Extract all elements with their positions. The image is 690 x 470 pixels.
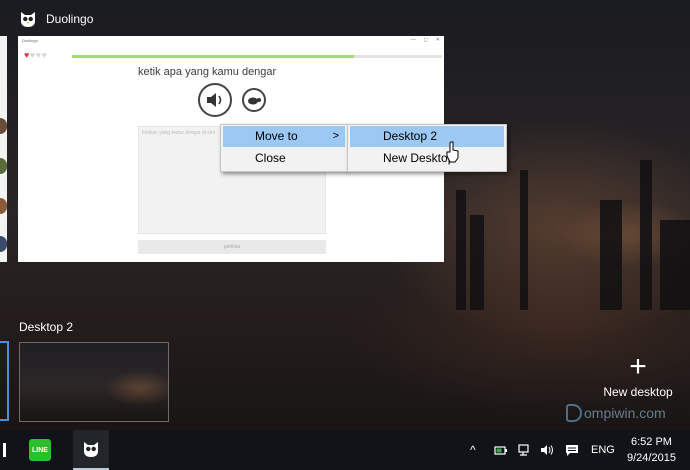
plus-icon: + <box>629 350 647 383</box>
left-window-thumbnail[interactable] <box>0 36 7 262</box>
context-submenu: Desktop 2 New Desktop <box>347 124 507 172</box>
check-button[interactable]: periksa <box>138 240 326 254</box>
avatar <box>0 198 7 214</box>
submenu-item-label: Desktop 2 <box>383 129 438 143</box>
network-icon <box>518 444 529 456</box>
maximize-button[interactable]: ◻ <box>424 37 428 43</box>
menu-item-close[interactable]: Close <box>223 148 345 169</box>
clock-time: 6:52 PM <box>630 436 672 448</box>
avatar <box>0 158 7 174</box>
background-ruin <box>660 220 690 310</box>
app-title-bar: Duolingo — ◻ ✕ <box>18 36 444 44</box>
duolingo-owl-icon <box>84 442 98 457</box>
chevron-up-icon: ^ <box>470 443 476 457</box>
window-title: Duolingo <box>46 12 94 26</box>
clock-date: 9/24/2015 <box>627 452 676 464</box>
new-desktop-button[interactable]: + New desktop <box>598 350 678 400</box>
clock[interactable]: 6:52 PM 9/24/2015 <box>627 434 676 468</box>
speaker-icon <box>207 93 222 107</box>
background-ruin <box>600 200 622 310</box>
volume-button[interactable] <box>540 430 554 470</box>
background-ruin <box>520 170 528 310</box>
taskbar: LINE ^ ENG 6:52 PM 9/24/2015 <box>0 430 690 470</box>
lesson-progress-remaining <box>354 55 442 58</box>
duolingo-owl-icon <box>21 12 35 27</box>
window-controls: — ◻ ✕ <box>411 37 440 43</box>
taskbar-line-button[interactable]: LINE <box>25 430 55 470</box>
volume-icon <box>541 445 553 455</box>
heart-icon: ♥ <box>41 50 47 60</box>
app-title: Duolingo <box>22 37 38 43</box>
exercise-prompt: ketik apa yang kamu dengar <box>138 66 277 78</box>
menu-item-label: Close <box>255 151 286 165</box>
battery-icon <box>494 446 507 455</box>
menu-item-move-to[interactable]: Move to > <box>223 126 345 147</box>
play-audio-button[interactable] <box>198 83 232 117</box>
menu-item-label: Move to <box>255 129 298 143</box>
line-app-icon: LINE <box>29 439 51 461</box>
heart-icon: ♥ <box>35 50 41 60</box>
background-ruin <box>640 160 652 310</box>
minimize-button[interactable]: — <box>411 37 416 43</box>
chevron-right-icon: > <box>332 130 339 142</box>
desktop-2-label: Desktop 2 <box>19 320 74 334</box>
submenu-item-desktop-2[interactable]: Desktop 2 <box>350 126 504 147</box>
action-center-button[interactable] <box>565 430 579 470</box>
turtle-icon <box>248 97 261 105</box>
desktop-2-thumbnail[interactable] <box>19 342 169 422</box>
heart-icon: ♥ <box>29 50 35 60</box>
hearts: ♥ ♥ ♥ ♥ <box>24 50 47 60</box>
network-button[interactable] <box>517 430 531 470</box>
show-hidden-icons-button[interactable]: ^ <box>470 430 476 470</box>
background-ruin <box>470 215 484 310</box>
avatar <box>0 236 7 252</box>
heart-icon: ♥ <box>24 50 29 60</box>
submenu-item-label: New Desktop <box>383 151 455 165</box>
mouse-cursor-icon <box>446 141 459 163</box>
watermark-logo-icon <box>566 404 582 422</box>
input-language-button[interactable]: ENG <box>591 430 615 470</box>
submenu-item-new-desktop[interactable]: New Desktop <box>350 148 504 169</box>
background-ruin <box>456 190 466 310</box>
context-menu: Move to > Close <box>220 124 348 172</box>
taskbar-duolingo-button[interactable] <box>73 430 109 470</box>
watermark-text: ompiwin.com <box>584 405 666 421</box>
watermark: ompiwin.com <box>566 404 666 422</box>
avatar <box>0 118 7 134</box>
slow-audio-button[interactable] <box>242 88 266 112</box>
notification-icon <box>566 445 578 456</box>
window-header[interactable]: Duolingo <box>18 8 93 30</box>
taskbar-pinned-item[interactable] <box>0 430 8 470</box>
desktop-1-thumbnail[interactable] <box>0 341 9 421</box>
new-desktop-label: New desktop <box>603 385 673 399</box>
close-button[interactable]: ✕ <box>436 37 440 43</box>
battery-button[interactable] <box>494 430 508 470</box>
lesson-progress-bar <box>72 55 354 58</box>
